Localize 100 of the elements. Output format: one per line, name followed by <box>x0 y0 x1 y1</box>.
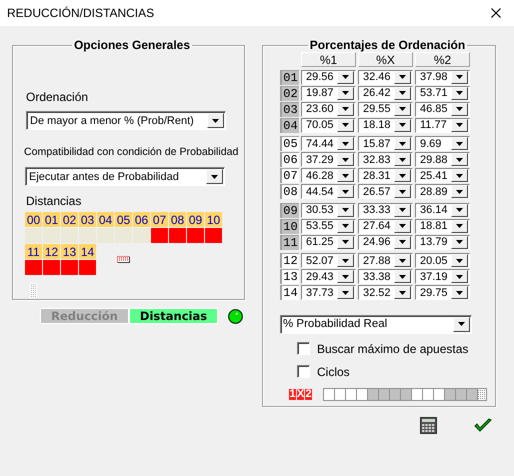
value-dropdown[interactable]: 29.56 <box>301 70 356 84</box>
distance-cell[interactable] <box>205 228 222 243</box>
dropdown-button[interactable] <box>451 220 468 232</box>
distance-cell[interactable] <box>25 228 42 243</box>
dropdown-button[interactable] <box>337 86 354 100</box>
dropdown-button[interactable] <box>394 270 411 283</box>
caret-icon[interactable] <box>399 190 406 194</box>
distance-cell[interactable] <box>43 228 60 243</box>
caret-icon[interactable] <box>342 290 349 294</box>
value-dropdown[interactable]: 15.87 <box>358 136 413 151</box>
value-dropdown[interactable]: 11.77 <box>415 118 470 132</box>
distance-cell[interactable] <box>133 228 150 243</box>
value-dropdown[interactable]: 13.79 <box>415 234 470 250</box>
dropdown-button[interactable] <box>337 70 354 84</box>
dropdown-button[interactable] <box>337 204 354 216</box>
value-dropdown[interactable]: 29.88 <box>415 152 470 167</box>
dropdown-button[interactable] <box>337 118 354 132</box>
dropdown-button[interactable] <box>451 185 468 198</box>
dropdown-button[interactable] <box>337 270 354 283</box>
caret-icon[interactable] <box>399 123 406 127</box>
dropdown-button[interactable] <box>394 86 411 100</box>
distance-cell[interactable] <box>97 228 114 243</box>
caret-icon[interactable] <box>399 142 406 146</box>
caret-icon[interactable] <box>456 258 463 262</box>
distance-cell[interactable] <box>151 228 168 243</box>
dropdown-button[interactable] <box>394 70 411 84</box>
distance-cell[interactable] <box>115 228 132 243</box>
value-dropdown[interactable]: 52.07 <box>301 253 356 268</box>
caret-icon[interactable] <box>399 107 406 111</box>
ordering-dropdown[interactable]: De mayor a menor % (Prob/Rent) <box>26 111 226 130</box>
caret-icon[interactable] <box>399 174 406 178</box>
caret-icon[interactable] <box>456 75 463 79</box>
dropdown-button[interactable] <box>451 102 468 116</box>
caret-icon[interactable] <box>342 123 349 127</box>
value-dropdown[interactable]: 37.73 <box>301 285 356 300</box>
value-dropdown[interactable]: 18.18 <box>358 118 413 132</box>
caret-icon[interactable] <box>399 75 406 79</box>
dropdown-button[interactable] <box>451 86 468 100</box>
dropdown-button[interactable] <box>394 137 411 150</box>
grip-icon[interactable] <box>478 388 486 400</box>
dropdown-button[interactable] <box>394 185 411 198</box>
value-dropdown[interactable]: 37.98 <box>415 70 470 84</box>
caret-icon[interactable] <box>458 322 465 326</box>
value-dropdown[interactable]: 28.31 <box>358 168 413 183</box>
dropdown-button[interactable] <box>451 270 468 283</box>
caret-icon[interactable] <box>456 240 463 244</box>
distance-cell[interactable] <box>61 260 78 275</box>
value-dropdown[interactable]: 28.89 <box>415 184 470 199</box>
caret-icon[interactable] <box>456 142 463 146</box>
value-dropdown[interactable]: 32.46 <box>358 70 413 84</box>
caret-icon[interactable] <box>342 142 349 146</box>
caret-icon[interactable] <box>342 75 349 79</box>
dropdown-button[interactable] <box>337 137 354 150</box>
caret-icon[interactable] <box>342 190 349 194</box>
dropdown-button[interactable] <box>337 185 354 198</box>
dropdown-button[interactable] <box>394 286 411 299</box>
checkbox[interactable] <box>297 365 310 378</box>
caret-icon[interactable] <box>399 258 406 262</box>
value-dropdown[interactable]: 33.33 <box>358 202 413 218</box>
caret-icon[interactable] <box>342 91 349 95</box>
caret-icon[interactable] <box>399 158 406 162</box>
value-dropdown[interactable]: 30.53 <box>301 202 356 218</box>
caret-icon[interactable] <box>342 107 349 111</box>
value-dropdown[interactable]: 29.43 <box>301 269 356 284</box>
dropdown-button[interactable] <box>337 169 354 182</box>
dropdown-button[interactable] <box>451 153 468 166</box>
checkmark-icon[interactable] <box>474 418 492 433</box>
grip-icon[interactable] <box>30 283 37 298</box>
value-dropdown[interactable]: 20.05 <box>415 253 470 268</box>
value-dropdown[interactable]: 61.25 <box>301 234 356 250</box>
calculator-icon[interactable] <box>420 417 437 434</box>
dropdown-button[interactable] <box>207 113 224 128</box>
caret-icon[interactable] <box>456 158 463 162</box>
distance-cell[interactable] <box>43 260 60 275</box>
distance-cell[interactable] <box>25 260 42 275</box>
caret-icon[interactable] <box>456 190 463 194</box>
caret-icon[interactable] <box>399 274 406 278</box>
caret-icon[interactable] <box>399 240 406 244</box>
caret-icon[interactable] <box>342 274 349 278</box>
value-dropdown[interactable]: 27.88 <box>358 253 413 268</box>
dropdown-button[interactable] <box>451 204 468 216</box>
dropdown-button[interactable] <box>337 102 354 116</box>
dropdown-button[interactable] <box>451 137 468 150</box>
dropdown-button[interactable] <box>394 169 411 182</box>
caret-icon[interactable] <box>456 208 463 212</box>
distance-cell[interactable] <box>187 228 204 243</box>
value-dropdown[interactable]: 27.64 <box>358 218 413 234</box>
value-dropdown[interactable]: 33.38 <box>358 269 413 284</box>
value-dropdown[interactable]: 53.71 <box>415 86 470 100</box>
value-dropdown[interactable]: 29.75 <box>415 285 470 300</box>
value-dropdown[interactable]: 26.57 <box>358 184 413 199</box>
checkbox[interactable] <box>297 342 310 355</box>
value-dropdown[interactable]: 26.42 <box>358 86 413 100</box>
dropdown-button[interactable] <box>206 169 223 184</box>
value-dropdown[interactable]: 24.96 <box>358 234 413 250</box>
dropdown-button[interactable] <box>394 153 411 166</box>
caret-icon[interactable] <box>342 224 349 228</box>
value-dropdown[interactable]: 9.69 <box>415 136 470 151</box>
distance-cell[interactable] <box>61 228 78 243</box>
caret-icon[interactable] <box>456 174 463 178</box>
